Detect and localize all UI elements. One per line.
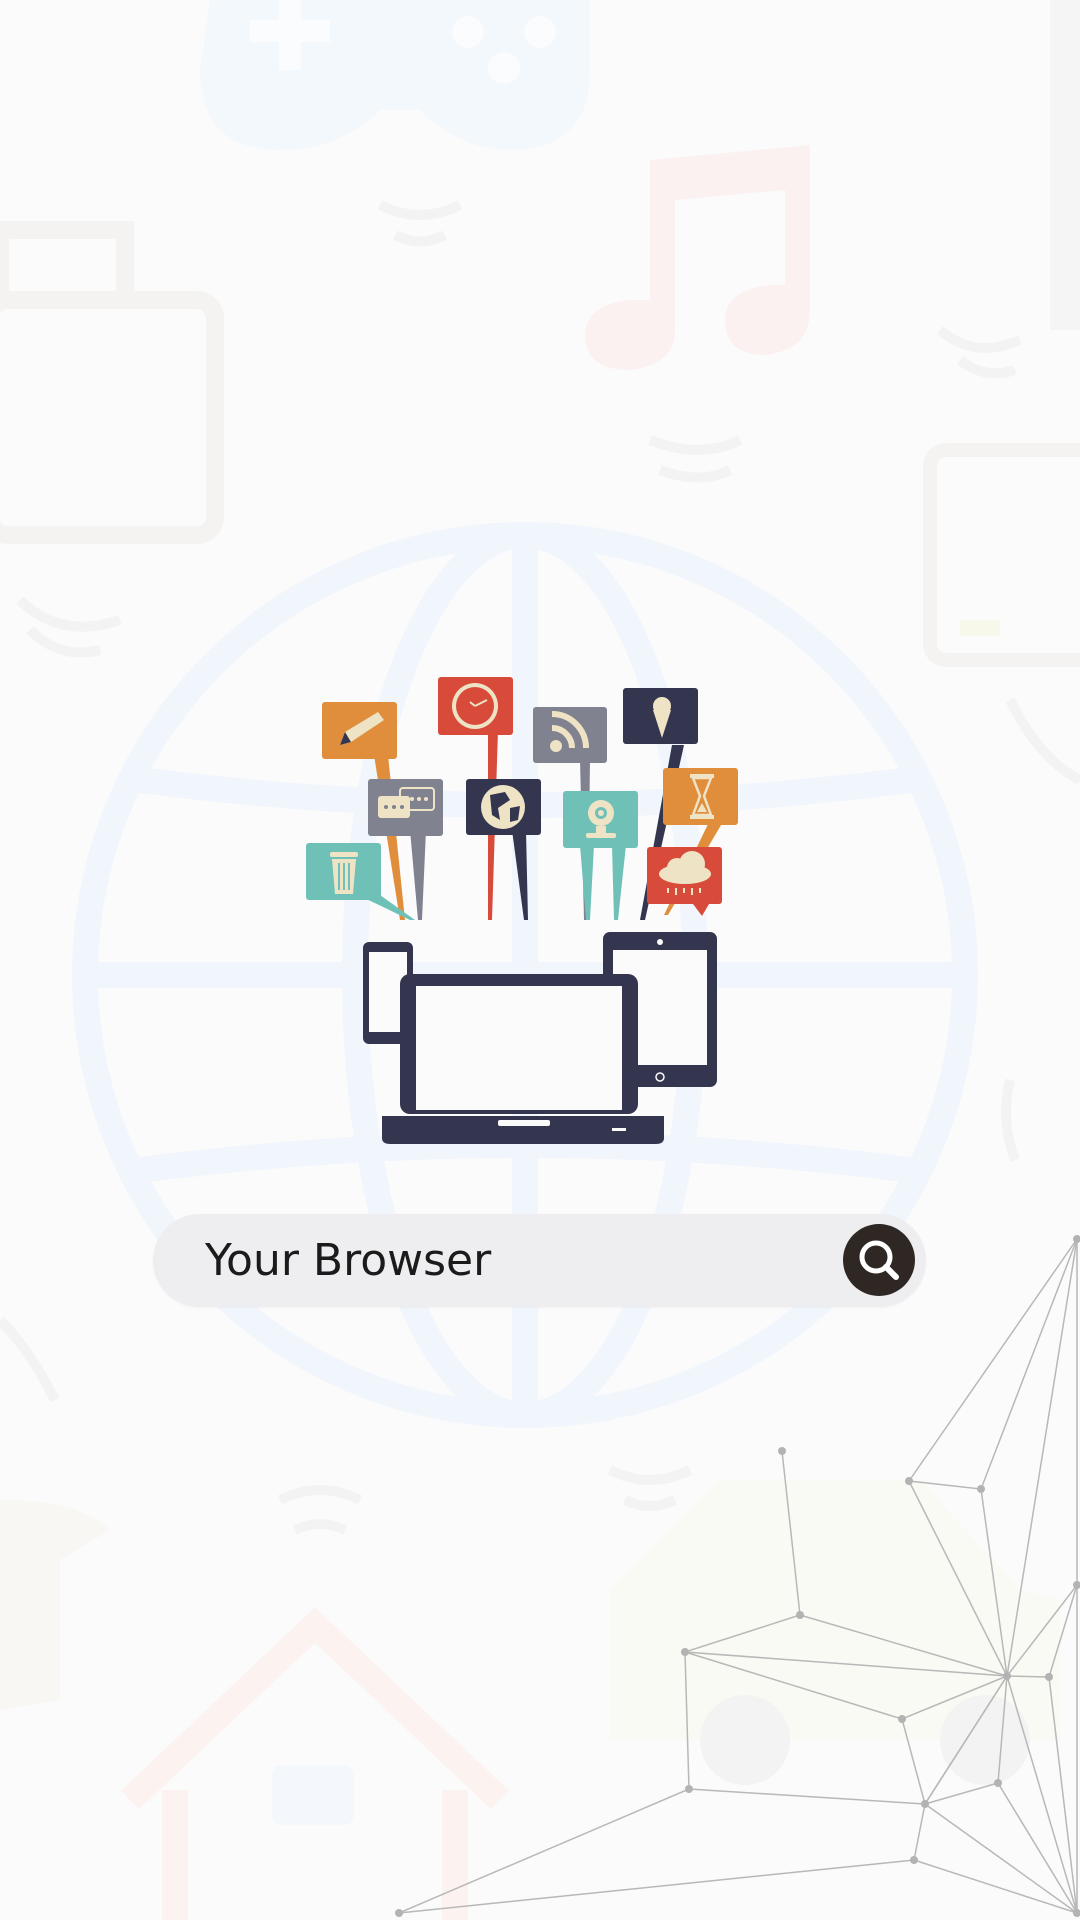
chat-icon xyxy=(368,779,443,836)
ice-cream-icon xyxy=(623,688,698,744)
rss-icon xyxy=(533,707,607,763)
trash-icon xyxy=(306,843,381,900)
clock-icon xyxy=(438,677,513,735)
globe-icon xyxy=(466,779,541,835)
background-bar xyxy=(1050,0,1080,330)
background-gamepad-icon xyxy=(200,0,590,150)
background-house-window xyxy=(272,1765,354,1825)
background-music-note-icon xyxy=(585,145,810,370)
network-nodes xyxy=(395,1235,1080,1917)
pencil-icon xyxy=(322,702,397,759)
background-boombox-icon xyxy=(0,221,224,544)
rain-cloud-icon xyxy=(647,847,722,916)
webcam-icon xyxy=(563,791,638,848)
network-lines-decoration xyxy=(395,1235,1080,1917)
background-tablet-icon xyxy=(923,443,1080,667)
laptop-icon xyxy=(382,974,664,1144)
network-lines xyxy=(398,1238,1078,1914)
background-shape xyxy=(0,1500,110,1710)
hourglass-icon xyxy=(663,768,738,825)
devices-illustration xyxy=(306,677,738,1144)
